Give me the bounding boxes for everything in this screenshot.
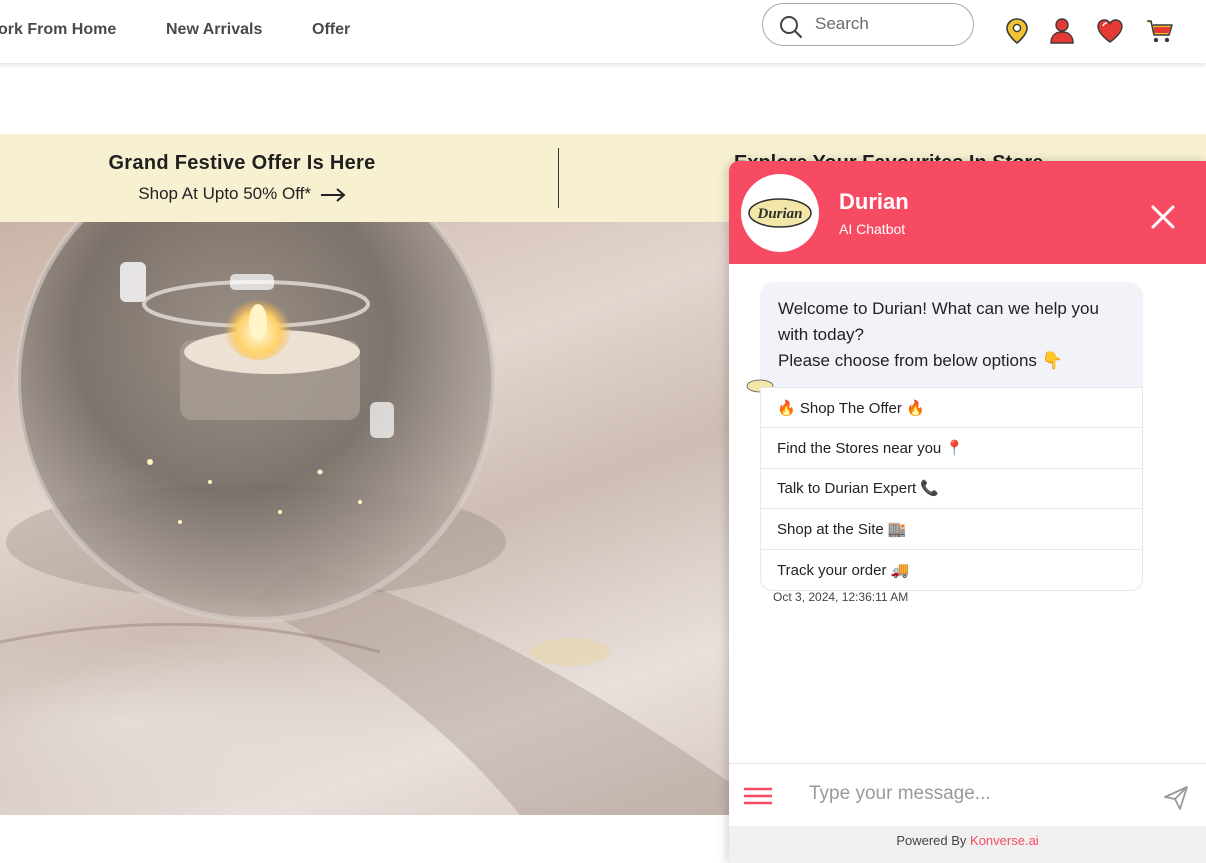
offer-divider [558, 148, 559, 208]
candle-bowl-image [0, 222, 729, 815]
arrow-right-icon [320, 188, 346, 202]
location-pin-icon[interactable] [1002, 16, 1032, 46]
search-input[interactable] [815, 14, 955, 34]
svg-text:Durian: Durian [756, 206, 802, 222]
cart-icon[interactable] [1145, 16, 1175, 46]
choose-options-text: Please choose from below options 👇 [778, 351, 1063, 370]
bot-subtitle: AI Chatbot [839, 221, 906, 237]
powered-by-footer: Powered By Konverse.ai [729, 826, 1206, 863]
chat-input-bar [729, 763, 1206, 826]
hero-image[interactable] [0, 222, 729, 815]
top-navigation: ork From Home New Arrivals Offer [0, 0, 1206, 63]
user-icon[interactable] [1047, 16, 1077, 46]
option-track-order[interactable]: Track your order 🚚 [761, 550, 1142, 590]
offer-title: Grand Festive Offer Is Here [108, 152, 376, 174]
option-shop-the-offer[interactable]: 🔥 Shop The Offer 🔥 [761, 388, 1142, 429]
offer-subtitle-link[interactable]: Shop At Upto 50% Off* [0, 184, 484, 204]
bot-name: Durian [839, 189, 909, 214]
offer-subtitle: Shop At Upto 50% Off* [138, 184, 311, 203]
nav-link-offer[interactable]: Offer [312, 21, 350, 39]
send-icon[interactable] [1163, 785, 1189, 811]
option-talk-to-expert[interactable]: Talk to Durian Expert 📞 [761, 469, 1142, 510]
durian-logo: Durian [748, 198, 812, 228]
powered-by-text: Powered By [896, 833, 967, 848]
message-timestamp: Oct 3, 2024, 12:36:11 AM [773, 590, 909, 604]
bot-message-bubble: Welcome to Durian! What can we help you … [760, 282, 1143, 388]
chatbot-header: Durian Durian AI Chatbot [729, 161, 1206, 264]
nav-link-new-arrivals[interactable]: New Arrivals [166, 21, 262, 39]
welcome-text: Welcome to Durian! What can we help you … [778, 299, 1099, 344]
konverse-link[interactable]: Konverse.ai [970, 833, 1039, 848]
nav-link-work-from-home[interactable]: ork From Home [0, 21, 116, 39]
quick-reply-options: 🔥 Shop The Offer 🔥 Find the Stores near … [760, 387, 1143, 591]
menu-icon[interactable] [744, 786, 772, 806]
search-box[interactable] [762, 3, 974, 46]
search-icon [780, 16, 803, 39]
chatbot-widget: Durian Durian AI Chatbot Welcome to Duri… [729, 161, 1206, 863]
bot-avatar: Durian [741, 174, 819, 252]
option-shop-at-site[interactable]: Shop at the Site 🏬 [761, 509, 1142, 550]
close-icon[interactable] [1149, 203, 1177, 231]
message-input[interactable] [809, 783, 1139, 805]
heart-icon[interactable] [1095, 16, 1125, 46]
option-find-stores[interactable]: Find the Stores near you 📍 [761, 428, 1142, 469]
